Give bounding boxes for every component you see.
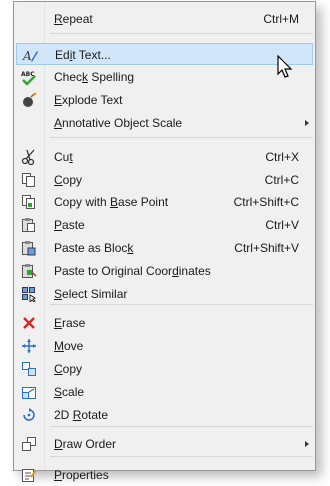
menu-item-label: Explode Text: [54, 93, 123, 107]
explode-text-icon: [21, 92, 37, 108]
menu-item-label: Paste: [54, 218, 85, 232]
menu-item-scale[interactable]: Scale: [16, 381, 313, 403]
shortcut-label: Ctrl+Shift+C: [233, 195, 299, 209]
menu-item-properties[interactable]: Properties: [16, 464, 313, 486]
menu-separator: [50, 426, 313, 427]
mouse-cursor-icon: [277, 55, 293, 78]
menu-item-move[interactable]: Move: [16, 335, 313, 357]
menu-item-label: Copy: [54, 362, 83, 376]
menu-item-label: Copy with Base Point: [54, 195, 169, 209]
menu-item-label: Scale: [54, 385, 85, 399]
copy-icon: [21, 172, 37, 188]
menu-item-edit-text[interactable]: A Edit Text...: [16, 43, 313, 65]
menu-item-label: Repeat: [54, 12, 93, 26]
menu-item-label: Paste to Original Coordinates: [54, 264, 211, 278]
menu-item-label: Copy: [54, 173, 83, 187]
menu-item-cut[interactable]: Cut Ctrl+X: [16, 146, 313, 168]
move-icon: [21, 338, 37, 354]
menu-item-label: Select Similar: [54, 287, 128, 301]
shortcut-label: Ctrl+X: [265, 150, 299, 164]
paste-block-icon: [21, 240, 37, 256]
shortcut-label: Ctrl+M: [263, 12, 299, 26]
menu-item-label: Erase: [54, 316, 86, 330]
menu-item-label: Draw Order: [54, 437, 117, 451]
submenu-arrow-icon: [305, 120, 309, 126]
svg-text:A: A: [22, 49, 32, 63]
menu-separator: [50, 304, 313, 305]
menu-item-label: Cut: [54, 150, 73, 164]
paste-original-icon: [21, 263, 37, 279]
menu-item-label: Properties: [54, 468, 109, 482]
select-similar-icon: [21, 286, 37, 302]
menu-item-label: Paste as Block: [54, 241, 134, 255]
submenu-arrow-icon: [305, 441, 309, 447]
menu-item-label: Edit Text...: [55, 48, 111, 62]
properties-icon: [21, 467, 37, 483]
rotate-icon: [21, 407, 37, 423]
shortcut-label: Ctrl+V: [265, 218, 299, 232]
menu-item-label: Move: [54, 339, 84, 353]
menu-item-select-similar[interactable]: Select Similar: [16, 283, 313, 305]
menu-item-copy[interactable]: Copy: [16, 358, 313, 380]
scissors-icon: [21, 149, 37, 165]
edit-text-icon: A: [22, 47, 38, 63]
menu-item-check-spelling[interactable]: ABC Check Spelling: [16, 66, 313, 88]
copy-object-icon: [21, 361, 37, 377]
menu-item-label: 2D Rotate: [54, 408, 109, 422]
menu-item-explode-text[interactable]: Explode Text: [16, 89, 313, 111]
menu-item-paste-to-original-coordinates[interactable]: Paste to Original Coordinates: [16, 260, 313, 282]
menu-item-paste[interactable]: Paste Ctrl+V: [16, 214, 313, 236]
draw-order-icon: [21, 436, 37, 452]
copy-base-point-icon: [21, 194, 37, 210]
menu-item-erase[interactable]: Erase: [16, 312, 313, 334]
erase-icon: [21, 315, 37, 331]
menu-item-draw-order[interactable]: Draw Order: [16, 433, 313, 455]
menu-separator: [50, 456, 313, 457]
shortcut-label: Ctrl+Shift+V: [234, 241, 299, 255]
menu-item-label: Check Spelling: [54, 70, 135, 84]
shortcut-label: Ctrl+C: [264, 173, 299, 187]
menu-item-repeat[interactable]: Repeat Ctrl+M: [16, 8, 313, 30]
menu-item-copy-with-base-point[interactable]: Copy with Base Point Ctrl+Shift+C: [16, 191, 313, 213]
menu-item-paste-as-block[interactable]: Paste as Block Ctrl+Shift+V: [16, 237, 313, 259]
menu-separator: [50, 137, 313, 138]
context-menu: Repeat Ctrl+M A Edit Text... ABC Check Spelli…: [13, 1, 316, 482]
paste-icon: [21, 217, 37, 233]
menu-separator: [50, 33, 313, 34]
menu-item-copy[interactable]: Copy Ctrl+C: [16, 169, 313, 191]
check-spelling-icon: ABC: [21, 69, 37, 85]
menu-item-label: Annotative Object Scale: [54, 116, 183, 130]
menu-item-2d-rotate[interactable]: 2D Rotate: [16, 404, 313, 426]
scale-icon: [21, 384, 37, 400]
menu-item-annotative-object-scale[interactable]: Annotative Object Scale: [16, 112, 313, 134]
